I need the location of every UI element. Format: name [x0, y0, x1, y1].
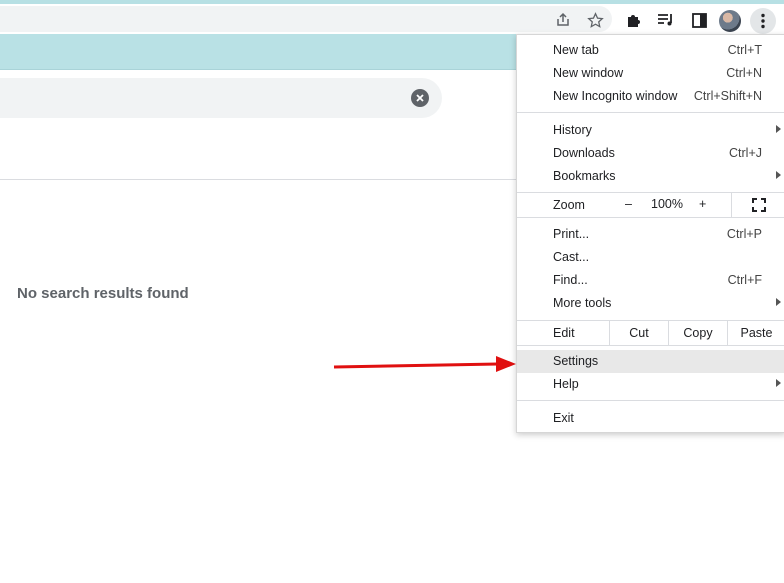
- menu-item-label: Print...: [553, 227, 590, 241]
- menu-separator: [517, 112, 784, 113]
- chrome-menu-button[interactable]: [750, 8, 776, 34]
- menu-item-shortcut: Ctrl+J: [729, 146, 762, 160]
- clear-search-button[interactable]: [411, 89, 429, 107]
- menu-item-shortcut: Ctrl+N: [726, 66, 762, 80]
- menu-item-exit[interactable]: Exit: [517, 407, 784, 430]
- submenu-arrow-icon: [776, 125, 781, 133]
- extensions-puzzle-icon[interactable]: [623, 9, 645, 31]
- browser-toolbar: [0, 4, 784, 34]
- fullscreen-icon: [751, 198, 766, 212]
- menu-item-label: Exit: [553, 411, 574, 425]
- menu-item-more-tools[interactable]: More tools: [517, 292, 784, 315]
- no-results-message: No search results found: [17, 285, 189, 302]
- bookmark-star-icon[interactable]: [584, 9, 606, 31]
- chrome-main-menu: New tab Ctrl+T New window Ctrl+N New Inc…: [516, 34, 784, 433]
- menu-item-label: Downloads: [553, 146, 615, 160]
- address-bar[interactable]: [0, 6, 612, 32]
- submenu-arrow-icon: [776, 379, 781, 387]
- search-input[interactable]: [0, 78, 442, 118]
- menu-item-new-window[interactable]: New window Ctrl+N: [517, 62, 784, 85]
- profile-avatar[interactable]: [719, 10, 741, 32]
- zoom-label: Zoom: [553, 198, 585, 212]
- close-icon: [416, 94, 424, 102]
- share-icon[interactable]: [552, 9, 574, 31]
- menu-item-label: Settings: [553, 354, 599, 368]
- edit-row: Edit Cut Copy Paste: [517, 320, 784, 346]
- menu-item-settings[interactable]: Settings: [517, 350, 784, 373]
- menu-item-label: Cast...: [553, 250, 590, 264]
- edit-label: Edit: [553, 326, 575, 340]
- menu-separator: [517, 400, 784, 401]
- menu-item-print[interactable]: Print... Ctrl+P: [517, 223, 784, 246]
- menu-item-label: New Incognito window: [553, 89, 678, 103]
- menu-item-label: Help: [553, 377, 579, 391]
- menu-item-shortcut: Ctrl+F: [727, 273, 762, 287]
- menu-item-shortcut: Ctrl+P: [726, 227, 762, 241]
- menu-item-cast[interactable]: Cast...: [517, 246, 784, 269]
- menu-item-label: Find...: [553, 273, 588, 287]
- zoom-out-button[interactable]: –: [625, 197, 632, 211]
- three-dot-menu-icon: [761, 13, 765, 29]
- paste-button[interactable]: Paste: [727, 321, 784, 345]
- menu-item-history[interactable]: History: [517, 119, 784, 142]
- menu-item-shortcut: Ctrl+Shift+N: [693, 89, 762, 103]
- menu-item-label: Bookmarks: [553, 169, 616, 183]
- cut-button[interactable]: Cut: [609, 321, 668, 345]
- content-divider: [0, 179, 520, 180]
- menu-item-help[interactable]: Help: [517, 373, 784, 396]
- media-queue-icon[interactable]: [655, 9, 677, 31]
- zoom-row: Zoom – 100% +: [517, 192, 784, 218]
- menu-item-new-incognito-window[interactable]: New Incognito window Ctrl+Shift+N: [517, 85, 784, 108]
- submenu-arrow-icon: [776, 171, 781, 179]
- annotation-arrow-icon: [333, 356, 516, 372]
- menu-item-downloads[interactable]: Downloads Ctrl+J: [517, 142, 784, 165]
- menu-item-shortcut: Ctrl+T: [727, 43, 762, 57]
- menu-item-label: History: [553, 123, 592, 137]
- submenu-arrow-icon: [776, 298, 781, 306]
- menu-item-find[interactable]: Find... Ctrl+F: [517, 269, 784, 292]
- zoom-level: 100%: [651, 197, 683, 211]
- menu-item-label: New window: [553, 66, 624, 80]
- side-panel-icon[interactable]: [688, 9, 710, 31]
- menu-item-label: More tools: [553, 296, 612, 310]
- copy-button[interactable]: Copy: [668, 321, 727, 345]
- menu-item-label: New tab: [553, 43, 599, 57]
- zoom-in-button[interactable]: +: [699, 197, 706, 211]
- fullscreen-button[interactable]: [731, 193, 784, 217]
- menu-item-bookmarks[interactable]: Bookmarks: [517, 165, 784, 188]
- menu-item-new-tab[interactable]: New tab Ctrl+T: [517, 39, 784, 62]
